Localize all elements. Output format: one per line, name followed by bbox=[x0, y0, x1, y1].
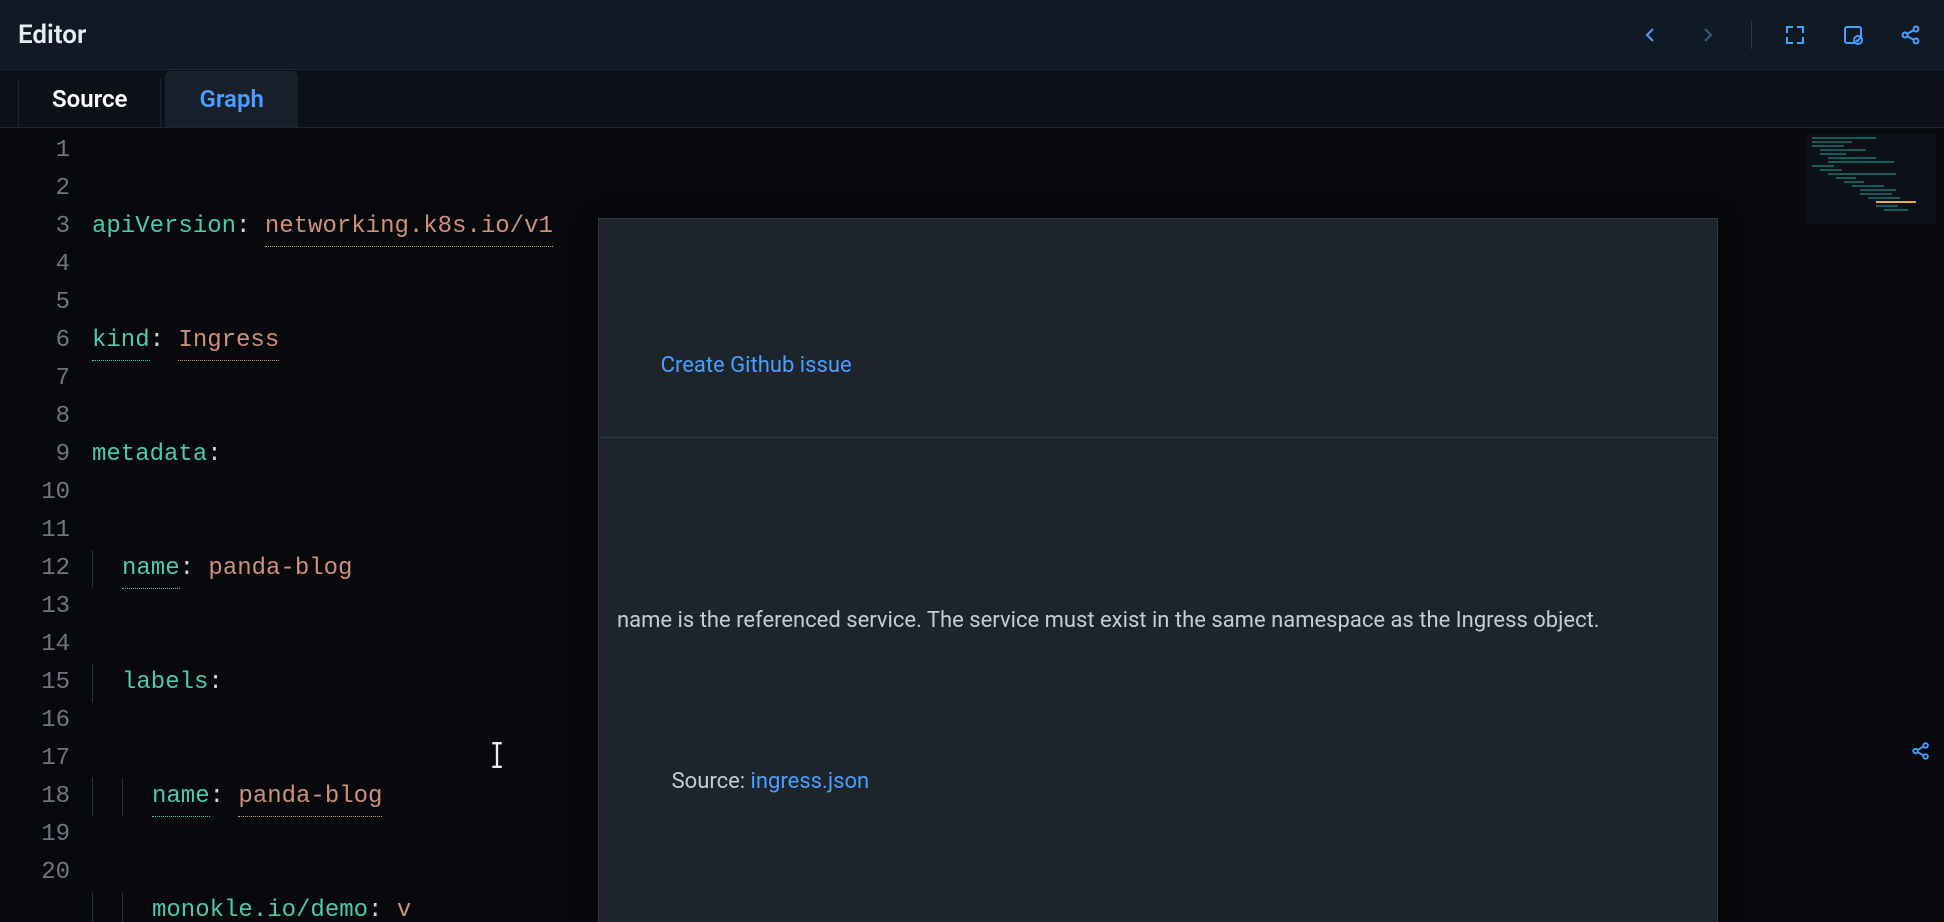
hover-source-link[interactable]: ingress.json bbox=[751, 769, 870, 794]
hover-diagnostic-popup: Create Github issue name is the referenc… bbox=[598, 218, 1718, 922]
line-number: 2 bbox=[0, 170, 70, 208]
code-area[interactable]: apiVersion: networking.k8s.io/v1 kind: I… bbox=[92, 128, 1892, 922]
line-number: 8 bbox=[0, 398, 70, 436]
nav-forward-icon[interactable] bbox=[1693, 20, 1723, 50]
line-number: 11 bbox=[0, 512, 70, 550]
line-number: 15 bbox=[0, 664, 70, 702]
link-glyph-icon[interactable] bbox=[1910, 740, 1932, 769]
line-number-gutter: 1234567891011121314151617181920 bbox=[0, 128, 92, 922]
line-number: 5 bbox=[0, 284, 70, 322]
yaml-key: labels bbox=[122, 664, 208, 702]
share-icon[interactable] bbox=[1896, 20, 1926, 50]
tab-graph[interactable]: Graph bbox=[165, 71, 297, 127]
yaml-key: apiVersion bbox=[92, 208, 236, 246]
yaml-value: panda-blog bbox=[208, 550, 352, 588]
tab-source[interactable]: Source bbox=[18, 71, 161, 127]
titlebar: Editor bbox=[0, 0, 1944, 70]
nav-back-icon[interactable] bbox=[1635, 20, 1665, 50]
line-number: 18 bbox=[0, 778, 70, 816]
line-number: 14 bbox=[0, 626, 70, 664]
line-number: 3 bbox=[0, 208, 70, 246]
hover-description: name is the referenced service. The serv… bbox=[599, 514, 1717, 922]
code-editor[interactable]: 1234567891011121314151617181920 apiVersi… bbox=[0, 128, 1944, 922]
yaml-key: name bbox=[122, 550, 180, 589]
line-number: 6 bbox=[0, 322, 70, 360]
yaml-key: name bbox=[152, 778, 210, 817]
yaml-value: v bbox=[397, 892, 411, 922]
line-number: 13 bbox=[0, 588, 70, 626]
line-number: 20 bbox=[0, 854, 70, 892]
line-number: 19 bbox=[0, 816, 70, 854]
line-number: 16 bbox=[0, 702, 70, 740]
line-number: 17 bbox=[0, 740, 70, 778]
create-github-issue-link[interactable]: Create Github issue bbox=[661, 353, 852, 378]
line-number: 1 bbox=[0, 132, 70, 170]
line-number: 9 bbox=[0, 436, 70, 474]
editor-tabs: Source Graph bbox=[0, 70, 1944, 128]
hover-description-text: name is the referenced service. The serv… bbox=[617, 604, 1699, 637]
expand-icon[interactable] bbox=[1780, 20, 1810, 50]
titlebar-actions bbox=[1635, 20, 1926, 50]
yaml-value: panda-blog bbox=[238, 778, 382, 817]
yaml-key: metadata bbox=[92, 436, 207, 474]
save-icon[interactable] bbox=[1838, 20, 1868, 50]
line-number: 4 bbox=[0, 246, 70, 284]
yaml-key: monokle.io/demo bbox=[152, 892, 368, 922]
right-glyph-margin bbox=[1892, 128, 1944, 922]
text-cursor-icon bbox=[488, 742, 506, 768]
yaml-value: Ingress bbox=[178, 322, 279, 361]
hover-source-label: Source: bbox=[672, 769, 751, 794]
yaml-key: kind bbox=[92, 322, 150, 361]
line-number: 7 bbox=[0, 360, 70, 398]
yaml-value: networking.k8s.io/v1 bbox=[265, 208, 553, 247]
line-number: 10 bbox=[0, 474, 70, 512]
line-number: 12 bbox=[0, 550, 70, 588]
titlebar-separator bbox=[1751, 21, 1752, 49]
editor-title: Editor bbox=[18, 20, 86, 50]
